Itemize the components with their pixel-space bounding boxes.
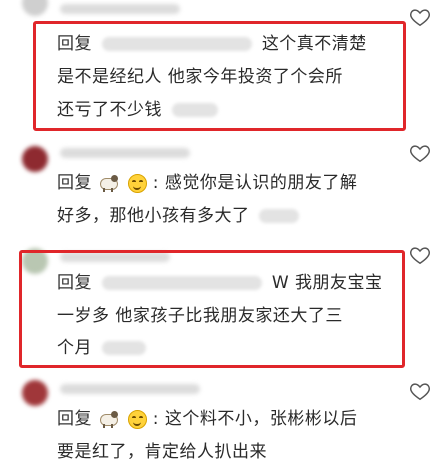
- comment-line-1: 回复 : 这个料不小，张彬彬以后: [57, 409, 357, 429]
- reply-separator: :: [152, 409, 159, 429]
- smiling-face-icon: [127, 173, 147, 193]
- comment-text: 个月: [57, 338, 92, 358]
- comment-line-1: 回复 这个真不清楚: [57, 34, 367, 54]
- comment-text: W 我朋友宝宝: [271, 273, 383, 293]
- comment-text: 要是红了，肯定给人扒出来: [57, 442, 267, 462]
- blurred-text: [259, 209, 300, 223]
- blurred-username: [101, 276, 262, 290]
- username-blurred: [60, 4, 180, 14]
- comment-line-2: 一岁多 他家孩子比我朋友家还大了三: [57, 306, 343, 326]
- heart-icon[interactable]: [409, 380, 431, 402]
- heart-icon[interactable]: [409, 244, 431, 266]
- comment-text: 一岁多 他家孩子比我朋友家还大了三: [57, 306, 343, 326]
- comment-text: 感觉你是认识的朋友了解: [164, 173, 358, 193]
- reply-label[interactable]: 回复: [57, 409, 92, 429]
- comment-text: 这个料不小，张彬彬以后: [164, 409, 358, 429]
- comment-text: 这个真不清楚: [261, 34, 367, 54]
- avatar[interactable]: [22, 0, 48, 16]
- heart-icon[interactable]: [409, 6, 431, 28]
- blurred-text: [171, 103, 218, 117]
- comment-line-2: 好多，那他小孩有多大了: [57, 206, 303, 226]
- comment-text: 好多，那他小孩有多大了: [57, 206, 250, 226]
- blurred-text: [101, 341, 146, 355]
- username-blurred: [60, 384, 200, 394]
- comment-text: 是不是经纪人 他家今年投资了个会所: [57, 67, 343, 87]
- avatar[interactable]: [22, 380, 48, 406]
- smiling-face-icon: [127, 409, 147, 429]
- reply-label[interactable]: 回复: [57, 34, 92, 54]
- comment-line-3: 个月: [57, 338, 150, 358]
- avatar[interactable]: [22, 146, 48, 172]
- sheep-emoji-icon: [98, 410, 120, 428]
- reply-label[interactable]: 回复: [57, 273, 92, 293]
- comment-line-2: 是不是经纪人 他家今年投资了个会所: [57, 67, 343, 87]
- reply-separator: :: [152, 173, 159, 193]
- heart-icon[interactable]: [409, 142, 431, 164]
- comment-text: 还亏了不少钱: [57, 100, 162, 120]
- comment-line-2: 要是红了，肯定给人扒出来: [57, 442, 267, 462]
- username-blurred: [60, 148, 190, 158]
- sheep-emoji-icon: [98, 174, 120, 192]
- reply-label[interactable]: 回复: [57, 173, 92, 193]
- comment-line-1: 回复 W 我朋友宝宝: [57, 273, 383, 293]
- blurred-username: [101, 37, 252, 51]
- comment-line-1: 回复 : 感觉你是认识的朋友了解: [57, 173, 357, 193]
- comment-line-3: 还亏了不少钱: [57, 100, 222, 120]
